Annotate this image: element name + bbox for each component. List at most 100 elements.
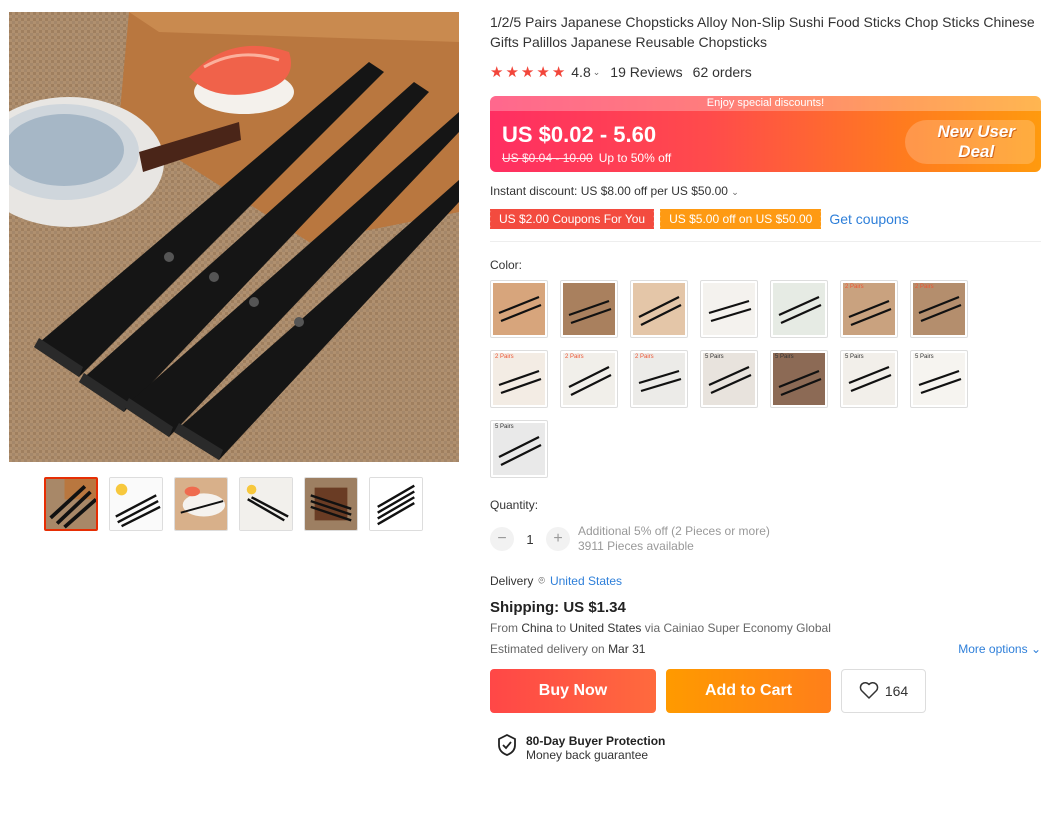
reviews-link[interactable]: 19 Reviews [610,64,682,80]
color-swatch-image [563,283,615,335]
instant-discount[interactable]: Instant discount: US $8.00 off per US $5… [490,184,1042,200]
color-swatch-image: 2 Pairs [493,353,545,405]
color-swatch-image: 5 Pairs [773,353,825,405]
main-product-image[interactable] [9,12,459,462]
discount-label: Up to 50% off [598,151,672,165]
color-swatch[interactable]: 2 Pairs [560,350,618,408]
coupon-row: US $2.00 Coupons For You US $5.00 off on… [487,209,1042,229]
chevron-down-icon[interactable]: ⌄ [593,67,601,78]
color-swatch[interactable]: 5 Pairs [490,420,548,478]
buy-now-button[interactable]: Buy Now [490,669,656,713]
orders-count: 62 orders [692,64,752,80]
color-swatch[interactable]: 2 Pairs [910,280,968,338]
protection-subtitle: Money back guarantee [526,747,649,762]
star-icon: ★ [551,63,566,81]
color-swatch[interactable]: 2 Pairs [840,280,898,338]
color-swatch-tag: 5 Pairs [495,424,514,430]
coupon-badge[interactable]: US $5.00 off on US $50.00 [658,209,822,229]
decrease-button[interactable]: − [490,527,514,551]
color-swatch-image: 5 Pairs [493,423,545,475]
color-swatch-tag: 2 Pairs [915,284,934,290]
badge-line-2: Deal [958,142,995,161]
thumbnail-5[interactable] [304,477,358,531]
more-options-label: More options [958,642,1028,656]
delivery-row: Delivery ⌾ United States [490,573,1042,589]
color-swatch-image: 5 Pairs [913,353,965,405]
color-swatch-image [633,283,685,335]
heart-icon [859,681,879,702]
chevron-down-icon: ⌄ [731,187,739,197]
quantity-note: Additional 5% off (2 Pieces or more) 391… [578,524,770,554]
color-swatch[interactable]: 5 Pairs [700,350,758,408]
delivery-label: Delivery [490,574,534,588]
color-swatch[interactable]: 5 Pairs [840,350,898,408]
badge-text: New User Deal [938,122,1015,162]
thumbnail-3[interactable] [174,477,228,531]
color-swatch[interactable]: 5 Pairs [910,350,968,408]
delivery-location[interactable]: United States [550,574,622,588]
from-country: China [521,621,553,635]
color-swatch-tag: 5 Pairs [775,354,794,360]
get-coupons-link[interactable]: Get coupons [829,211,908,227]
color-swatch-tag: 5 Pairs [705,354,724,360]
wishlist-button[interactable]: 164 [841,669,926,713]
color-swatch-image: 2 Pairs [633,353,685,405]
price-sub: US $0.04 - 10.00 Up to 50% off [502,151,671,165]
color-swatch-image [493,283,545,335]
color-swatch[interactable] [700,280,758,338]
shield-check-icon [496,733,518,762]
color-swatch[interactable] [490,280,548,338]
instant-discount-text: Instant discount: US $8.00 off per US $5… [490,184,728,198]
color-swatch[interactable] [630,280,688,338]
coupon-badge[interactable]: US $2.00 Coupons For You [487,209,655,229]
color-swatch-tag: 2 Pairs [845,284,864,290]
from-prefix: From [490,621,522,635]
rating-stars: ★ ★ ★ ★ ★ [490,65,565,80]
wishlist-count: 164 [884,683,909,699]
divider [490,241,1041,242]
thumbnail-4[interactable] [239,477,293,531]
price-range: US $0.02 - 5.60 [502,122,657,147]
product-info: 1/2/5 Pairs Japanese Chopsticks Alloy No… [487,12,1042,762]
star-icon: ★ [505,63,519,81]
thumbnail-strip [44,477,423,531]
color-label: Color: [490,258,523,272]
rating-value[interactable]: 4.8 [571,64,590,80]
location-pin-icon: ⌾ [538,574,545,587]
star-icon: ★ [520,63,535,81]
more-options-link[interactable]: More options ⌄ [958,642,1041,656]
color-swatch[interactable]: 2 Pairs [630,350,688,408]
to-prefix: to [552,621,570,635]
color-swatch[interactable]: 5 Pairs [770,350,828,408]
color-swatches: 2 Pairs 2 Pairs 2 Pairs 2 Pairs 2 Pairs 5 Pai… [490,280,970,478]
color-swatch-image: 2 Pairs [843,283,895,335]
add-to-cart-button[interactable]: Add to Cart [666,669,831,713]
shipping-method: via Cainiao Super Economy Global [641,621,831,635]
color-swatch-image: 2 Pairs [563,353,615,405]
color-swatch[interactable]: 2 Pairs [490,350,548,408]
color-swatch[interactable] [560,280,618,338]
color-swatch-tag: 5 Pairs [845,354,864,360]
star-icon: ★ [536,63,550,81]
star-icon: ★ [490,63,504,81]
quantity-available: 3911 Pieces available [578,539,694,553]
color-swatch-tag: 2 Pairs [495,354,514,360]
thumbnail-6[interactable] [369,477,423,531]
color-swatch-image [773,283,825,335]
shipping-route: From China to United States via Cainiao … [490,621,1042,637]
estimated-delivery: Estimated delivery on Mar 31 [490,642,645,656]
color-swatch-tag: 2 Pairs [635,354,654,360]
quantity-input[interactable]: 1 [514,532,546,547]
action-buttons: Buy Now Add to Cart 164 [490,669,1042,713]
promo-strip: Enjoy special discounts! [490,96,1041,111]
eta-row: Estimated delivery on Mar 31 More option… [490,641,1041,657]
price-banner: Enjoy special discounts! US $0.02 - 5.60… [490,96,1041,172]
color-swatch-image: 2 Pairs [913,283,965,335]
badge-line-1: New User [937,122,1015,141]
color-swatch-image: 5 Pairs [703,353,755,405]
increase-button[interactable]: + [546,527,570,551]
quantity-stepper: − 1 + Additional 5% off (2 Pieces or mor… [490,524,1042,554]
thumbnail-1[interactable] [44,477,98,531]
thumbnail-2[interactable] [109,477,163,531]
color-swatch[interactable] [770,280,828,338]
